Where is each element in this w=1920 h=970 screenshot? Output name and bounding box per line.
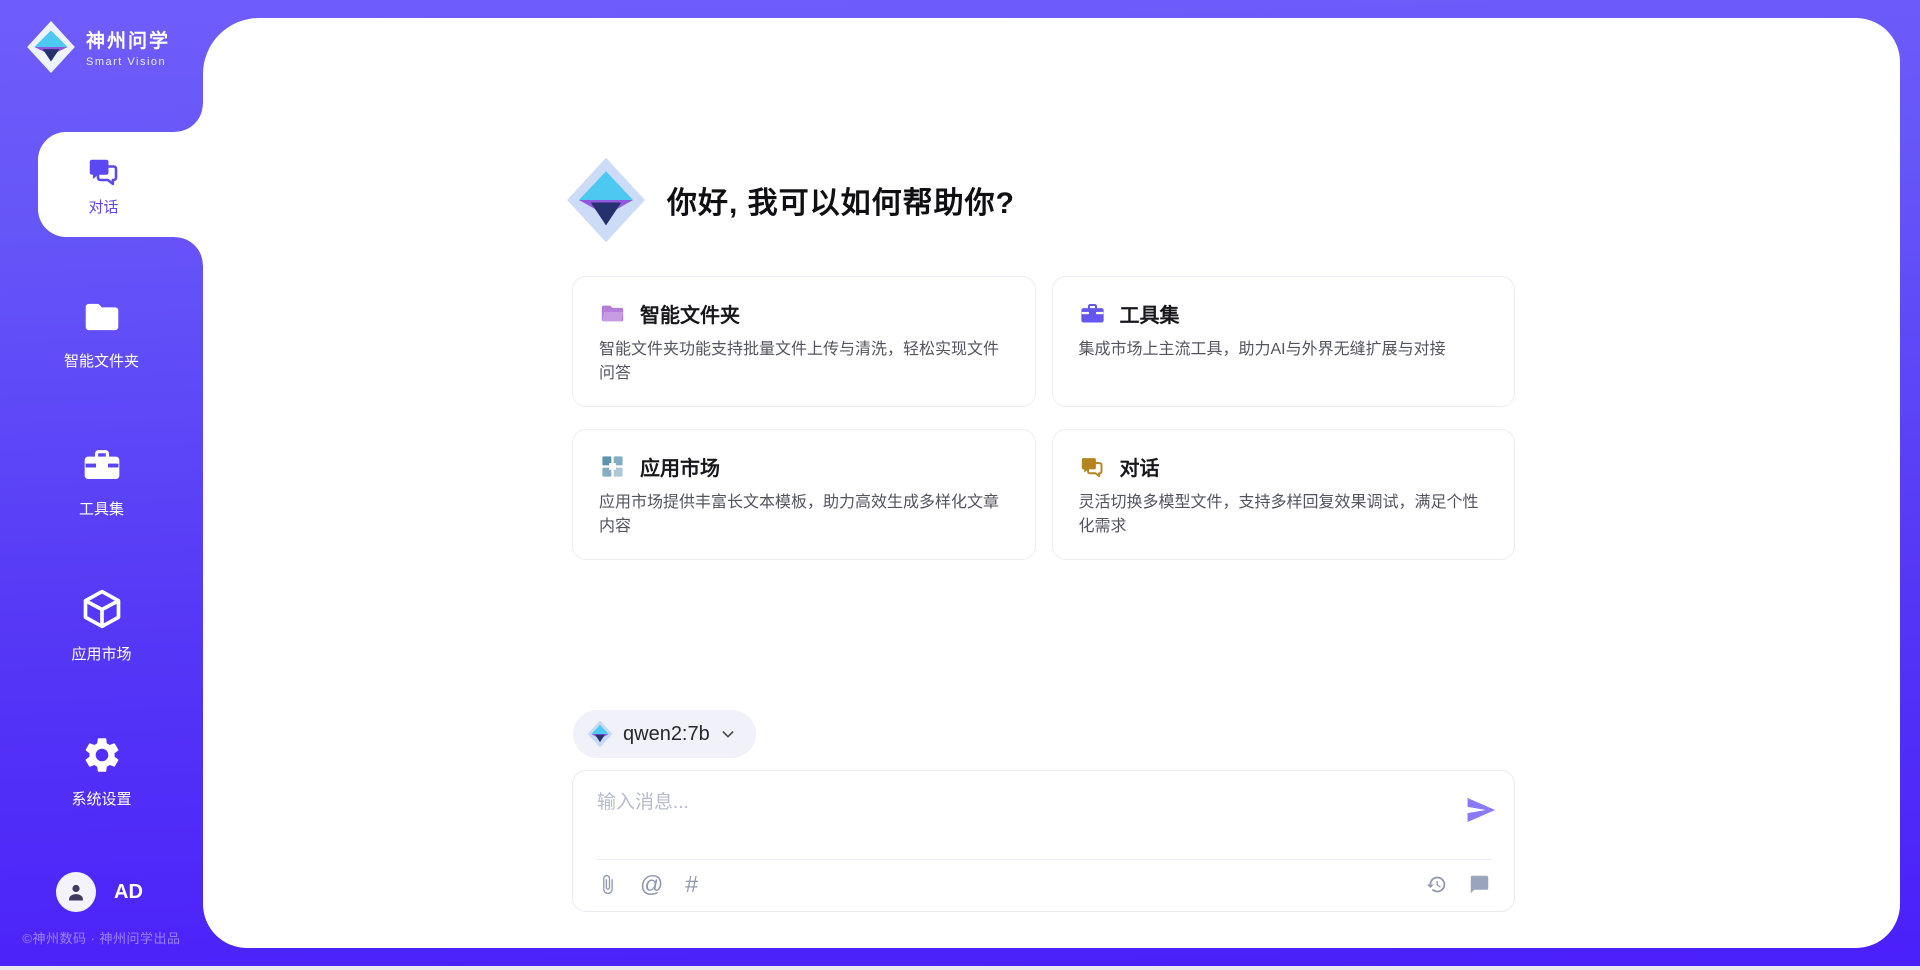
chat-bubble-icon: [1469, 874, 1490, 895]
sidebar: 神州问学 Smart Vision 对话 智能文件夹 工具集 应用市场: [0, 0, 203, 970]
chat-history-button[interactable]: [1469, 874, 1490, 895]
folder-open-icon: [599, 300, 626, 327]
sidebar-item-label: 系统设置: [0, 788, 203, 809]
feature-cards: 智能文件夹 智能文件夹功能支持批量文件上传与清洗，轻松实现文件问答 工具集 集成…: [572, 276, 1515, 560]
message-input[interactable]: [597, 787, 1444, 851]
mention-button[interactable]: @: [640, 873, 663, 896]
history-icon: [1426, 874, 1447, 895]
app-subtitle: Smart Vision: [86, 56, 170, 68]
card-smart-folder[interactable]: 智能文件夹 智能文件夹功能支持批量文件上传与清洗，轻松实现文件问答: [572, 276, 1036, 407]
card-toolset[interactable]: 工具集 集成市场上主流工具，助力AI与外界无缝扩展与对接: [1052, 276, 1516, 407]
attach-file-button[interactable]: [597, 874, 618, 895]
model-name: qwen2:7b: [623, 723, 710, 746]
composer-toolbar: @ #: [597, 858, 1490, 911]
person-icon: [64, 880, 88, 904]
app-name: 神州问学: [86, 26, 170, 53]
copyright-text: ©神州数码 · 神州问学出品: [0, 928, 203, 947]
card-title: 应用市场: [640, 452, 720, 481]
model-selector[interactable]: qwen2:7b: [573, 710, 756, 758]
briefcase-icon: [81, 444, 123, 486]
sidebar-item-settings[interactable]: 系统设置: [0, 734, 203, 809]
sidebar-item-app-market[interactable]: 应用市场: [0, 587, 203, 664]
sidebar-item-label: 对话: [88, 196, 118, 217]
card-description: 应用市场提供丰富长文本模板，助力高效生成多样化文章内容: [599, 491, 1009, 539]
app-logo: 神州问学 Smart Vision: [26, 20, 170, 74]
sidebar-item-smart-folder[interactable]: 智能文件夹: [0, 296, 203, 371]
screen-bottom-edge: [0, 966, 1920, 970]
model-diamond-icon: [587, 720, 613, 748]
hashtag-button[interactable]: #: [685, 873, 698, 896]
card-chat[interactable]: 对话 灵活切换多模型文件，支持多样回复效果调试，满足个性化需求: [1052, 429, 1516, 560]
paperclip-icon: [597, 874, 618, 895]
history-button[interactable]: [1426, 874, 1447, 895]
card-title: 对话: [1120, 452, 1160, 481]
sidebar-item-label: 应用市场: [0, 643, 203, 664]
chevron-down-icon: [720, 726, 736, 742]
greeting: 你好, 我可以如何帮助你?: [565, 156, 1015, 244]
brand-diamond-icon: [26, 20, 76, 74]
user-profile[interactable]: AD: [56, 872, 143, 912]
card-description: 灵活切换多模型文件，支持多样回复效果调试，满足个性化需求: [1079, 491, 1489, 539]
cube-icon: [80, 587, 124, 631]
card-title: 智能文件夹: [640, 299, 740, 328]
greeting-title: 你好, 我可以如何帮助你?: [667, 178, 1015, 222]
chat-icon: [86, 153, 122, 189]
chat-icon: [1079, 453, 1106, 480]
card-app-market[interactable]: 应用市场 应用市场提供丰富长文本模板，助力高效生成多样化文章内容: [572, 429, 1036, 560]
card-description: 集成市场上主流工具，助力AI与外界无缝扩展与对接: [1079, 338, 1489, 362]
folder-icon: [81, 296, 123, 338]
assistant-diamond-icon: [565, 156, 647, 244]
briefcase-icon: [1079, 300, 1106, 327]
user-name: AD: [114, 881, 143, 904]
main-content: 你好, 我可以如何帮助你? 智能文件夹 智能文件夹功能支持批量文件上传与清洗，轻…: [203, 18, 1900, 948]
send-icon[interactable]: [1464, 793, 1498, 827]
sidebar-item-chat[interactable]: 对话: [38, 132, 203, 237]
avatar: [56, 872, 96, 912]
sidebar-item-label: 智能文件夹: [0, 350, 203, 371]
gear-icon: [81, 734, 123, 776]
cube-grid-icon: [599, 453, 626, 480]
message-composer: @ #: [572, 770, 1515, 912]
sidebar-item-toolset[interactable]: 工具集: [0, 444, 203, 519]
sidebar-item-label: 工具集: [0, 498, 203, 519]
card-description: 智能文件夹功能支持批量文件上传与清洗，轻松实现文件问答: [599, 338, 1009, 386]
card-title: 工具集: [1120, 299, 1180, 328]
